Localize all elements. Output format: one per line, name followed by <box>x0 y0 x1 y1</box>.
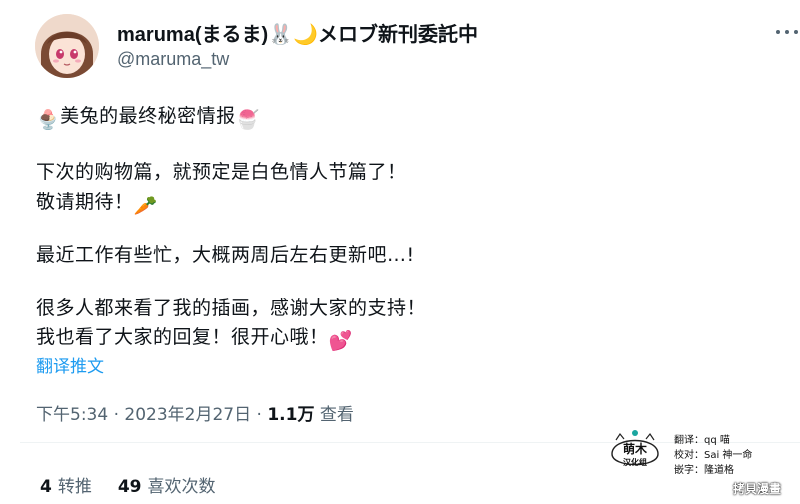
retweets-stat[interactable]: 4 转推 <box>40 477 92 497</box>
user-handle[interactable]: @maruma_tw <box>117 49 229 70</box>
avatar-image <box>35 14 99 78</box>
rabbit-moon-icon: 🐰🌙 <box>268 24 318 46</box>
avatar[interactable] <box>35 14 99 78</box>
tweet-line-1: 🍨美兔的最终秘密情报🍧 <box>36 101 260 131</box>
retweets-label: 转推 <box>57 477 92 497</box>
carrot-icon: 🥕 <box>133 195 158 217</box>
tweet-line-5: 很多人都来看了我的插画，感谢大家的支持！ <box>36 297 427 319</box>
likes-stat[interactable]: 49 喜欢次数 <box>118 477 216 497</box>
credit-translator: 翻译：qq 喵 <box>674 435 730 446</box>
tweet-line-4: 最近工作有些忙，大概两周后左右更新吧…! <box>36 244 415 266</box>
tweet-text: 美兔的最终秘密情报 <box>60 105 236 127</box>
tweet-metadata: 下午5:34 · 2023年2月27日 · 1.1万 查看 <box>36 405 354 425</box>
tweet-line-2: 下次的购物篇，就预定是白色情人节篇了！ <box>36 161 407 183</box>
more-options-button[interactable] <box>776 24 798 40</box>
watermark: 拷貝漫畫 <box>733 482 782 496</box>
display-name-suffix: メロブ新刊委託中 <box>317 24 478 46</box>
display-name-text: maruma(まるま) <box>117 24 269 46</box>
tweet-time[interactable]: 下午5:34 <box>36 405 108 425</box>
display-name[interactable]: maruma(まるま)🐰🌙メロブ新刊委託中 <box>117 18 478 47</box>
ice-cream-icon: 🍨 <box>36 109 61 131</box>
more-dot-icon <box>776 30 780 34</box>
logo-text-2: 汉化组 <box>623 457 647 467</box>
retweets-count: 4 <box>40 477 52 497</box>
credit-proofreader: 校对：Sai 神一命 <box>674 450 753 461</box>
more-dot-icon <box>785 30 789 34</box>
views-label: 查看 <box>319 405 354 425</box>
scanlation-credits: 翻译：qq 喵 校对：Sai 神一命 嵌字：隆道格 <box>674 433 752 478</box>
scanlation-group-logo: 萌木 汉化组 <box>611 430 659 467</box>
tweet-date[interactable]: 2023年2月27日 <box>124 405 251 425</box>
shaved-ice-icon: 🍧 <box>235 109 260 131</box>
tweet-line-6: 我也看了大家的回复！很开心哦！💕 <box>36 322 353 352</box>
tweet-stats: 4 转推 49 喜欢次数 <box>40 472 216 497</box>
tweet-text: 敬请期待！ <box>36 191 134 213</box>
more-dot-icon <box>794 30 798 34</box>
hearts-icon: 💕 <box>328 330 353 352</box>
views-count: 1.1万 <box>267 405 315 425</box>
logo-text-1: 萌木 <box>623 441 648 456</box>
tweet-text: 我也看了大家的回复！很开心哦！ <box>36 326 329 348</box>
credit-typesetter: 嵌字：隆道格 <box>674 465 734 476</box>
likes-label: 喜欢次数 <box>147 477 216 497</box>
likes-count: 49 <box>117 477 142 497</box>
tweet-line-3: 敬请期待！🥕 <box>36 187 158 217</box>
translate-tweet-link[interactable]: 翻译推文 <box>36 352 104 377</box>
